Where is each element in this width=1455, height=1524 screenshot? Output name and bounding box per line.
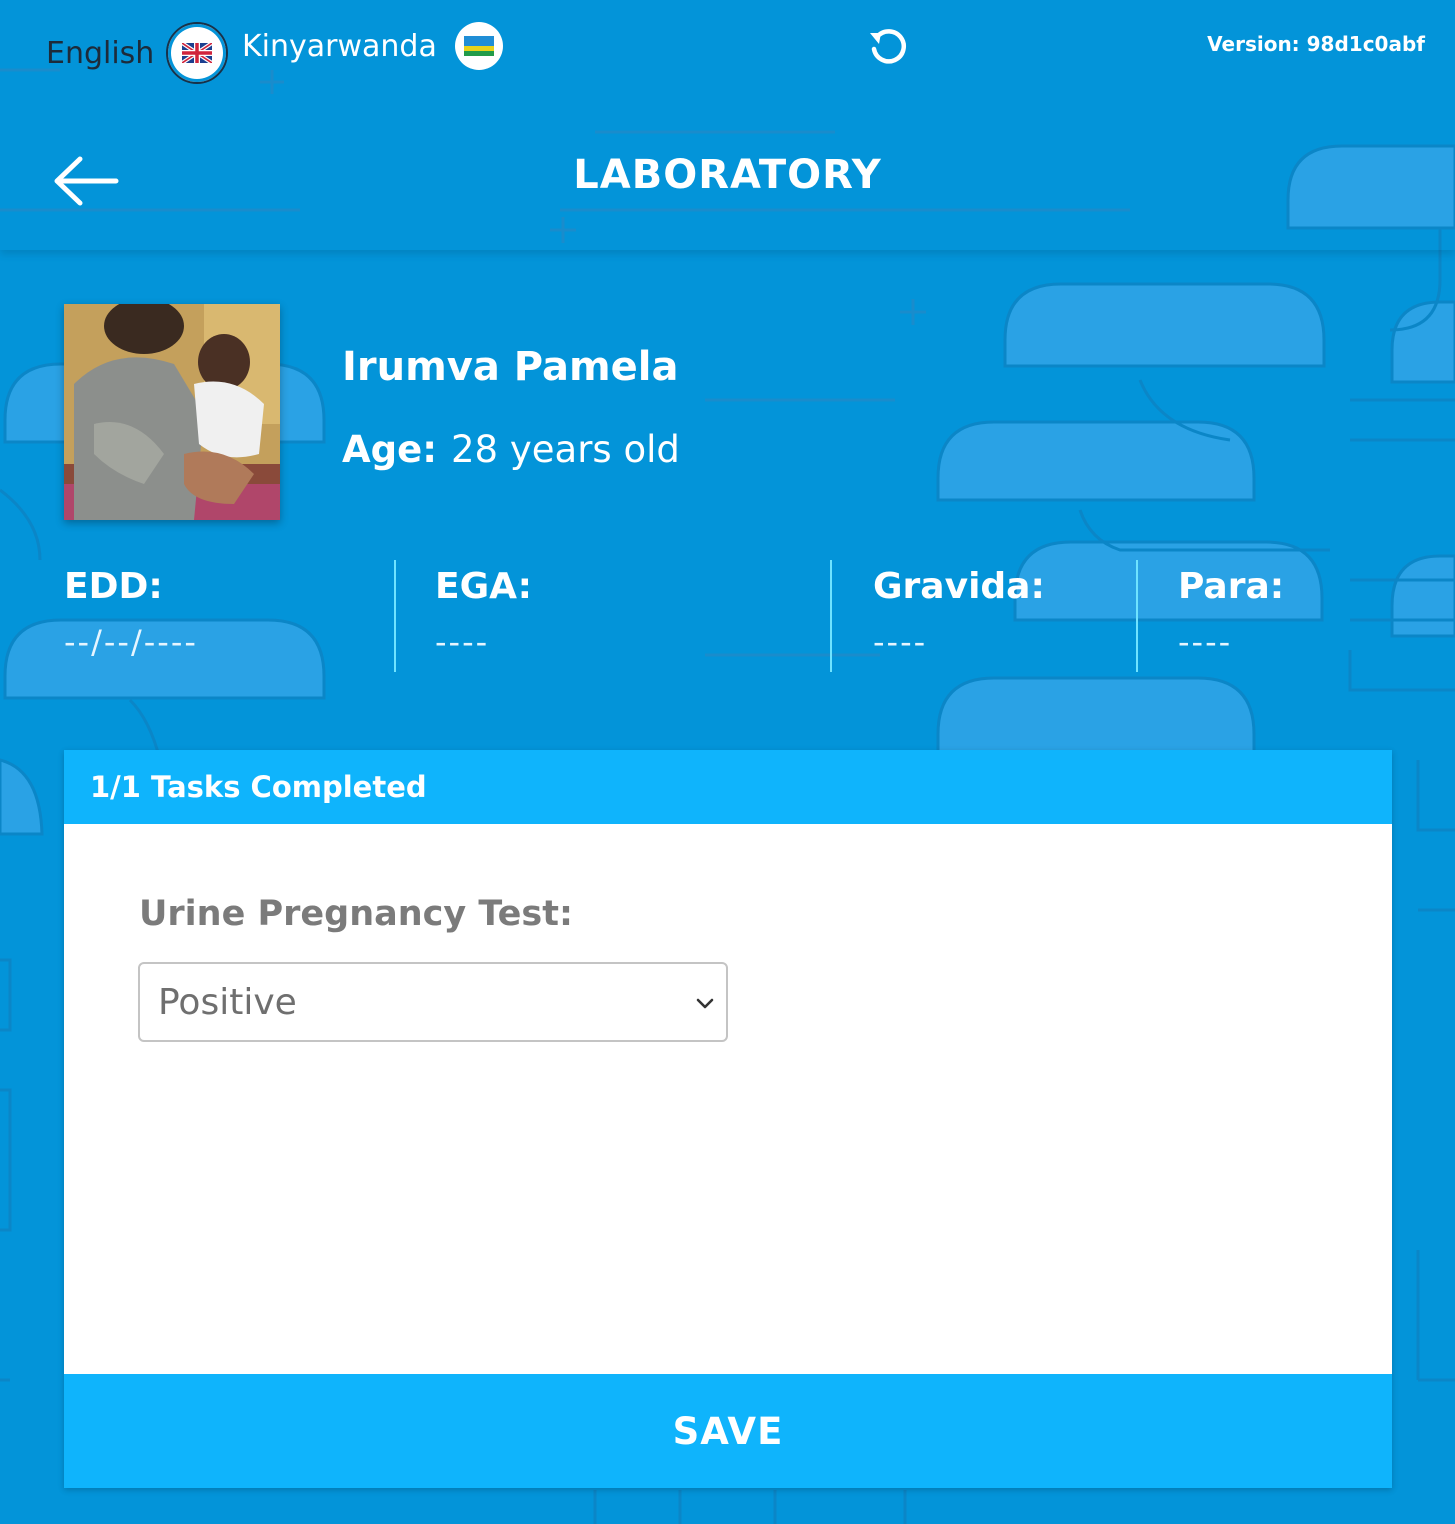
chevron-down-icon[interactable] bbox=[692, 990, 718, 1016]
stat-gravida: Gravida: ---- bbox=[873, 566, 1045, 661]
refresh-icon[interactable] bbox=[866, 25, 910, 69]
ega-label: EGA: bbox=[435, 566, 533, 607]
patient-photo bbox=[64, 304, 280, 520]
stat-edd: EDD: --/--/---- bbox=[64, 566, 198, 661]
ega-value: ---- bbox=[435, 623, 490, 661]
age-label: Age: bbox=[342, 428, 438, 471]
gravida-label: Gravida: bbox=[873, 566, 1045, 607]
urine-pregnancy-test-select[interactable]: Positive bbox=[138, 962, 728, 1042]
stat-divider bbox=[394, 560, 396, 672]
age-value: 28 years old bbox=[451, 428, 680, 471]
version-label: Version: 98d1c0abf bbox=[1207, 32, 1425, 56]
selected-value[interactable]: Positive bbox=[158, 982, 297, 1023]
urine-pregnancy-test-label: Urine Pregnancy Test: bbox=[139, 894, 573, 934]
patient-age: Age: 28 years old bbox=[342, 428, 680, 471]
para-value: ---- bbox=[1178, 623, 1233, 661]
top-header: English Kinyarwanda Version: 98d1c0abf L… bbox=[0, 0, 1455, 250]
edd-value: --/--/---- bbox=[64, 623, 198, 661]
edd-label: EDD: bbox=[64, 566, 163, 607]
language-kinyarwanda[interactable]: Kinyarwanda bbox=[242, 22, 503, 70]
uk-flag-icon[interactable] bbox=[166, 22, 229, 84]
language-english-label[interactable]: English bbox=[46, 36, 154, 71]
stat-divider bbox=[1136, 560, 1138, 672]
stat-para: Para: ---- bbox=[1178, 566, 1284, 661]
para-label: Para: bbox=[1178, 566, 1285, 607]
rwanda-flag-icon[interactable] bbox=[454, 22, 503, 70]
tasks-card: 1/1 Tasks Completed Urine Pregnancy Test… bbox=[64, 750, 1392, 1488]
patient-name: Irumva Pamela bbox=[342, 344, 679, 390]
page-title: LABORATORY bbox=[573, 152, 882, 198]
language-english[interactable]: English bbox=[46, 22, 229, 84]
tasks-completed-header: 1/1 Tasks Completed bbox=[64, 750, 1392, 824]
save-button[interactable]: SAVE bbox=[64, 1374, 1392, 1488]
language-kinyarwanda-label[interactable]: Kinyarwanda bbox=[242, 29, 437, 64]
gravida-value: ---- bbox=[873, 623, 928, 661]
stat-divider bbox=[830, 560, 832, 672]
stat-ega: EGA: ---- bbox=[435, 566, 532, 661]
